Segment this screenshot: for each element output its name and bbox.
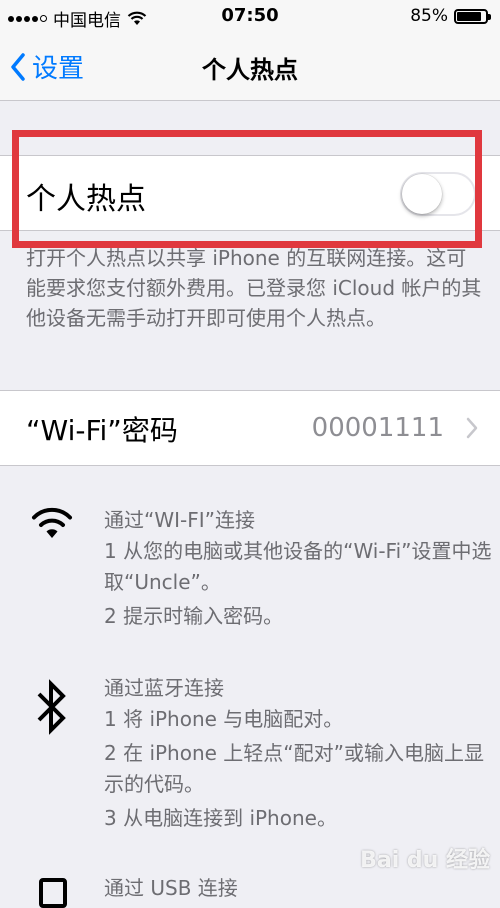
navigation-bar: 设置 个人热点 (0, 34, 500, 101)
wifi-password-cell[interactable]: “Wi-Fi”密码 00001111 (0, 390, 500, 466)
bluetooth-step-3: 3 从电脑连接到 iPhone。 (104, 806, 337, 830)
wifi-password-label: “Wi-Fi”密码 (26, 414, 178, 447)
bluetooth-step-1: 1 将 iPhone 与电脑配对。 (104, 707, 344, 731)
watermark: Bai du 经验 (360, 848, 490, 873)
wifi-step-1: 1 从您的电脑或其他设备的“Wi-Fi”设置中选取“Uncle”。 (104, 539, 492, 594)
bluetooth-instructions-steps: 1 将 iPhone 与电脑配对。 2 在 iPhone 上轻点“配对”或输入电… (104, 704, 494, 837)
status-bar: 中国电信 07:50 85% (0, 0, 500, 34)
hotspot-label: 个人热点 (26, 182, 146, 217)
wifi-icon (32, 507, 72, 538)
toggle-knob (402, 174, 442, 214)
wifi-password-value: 00001111 (311, 413, 444, 443)
usb-icon (39, 878, 67, 908)
wifi-instructions-title: 通过“WI-FI”连接 (104, 508, 256, 532)
chevron-right-icon (466, 417, 478, 439)
hotspot-toggle[interactable] (400, 172, 476, 216)
battery-fill (457, 11, 481, 21)
hotspot-footer-text: 打开个人热点以共享 iPhone 的互联网连接。这可能要求您支付额外费用。已登录… (26, 246, 482, 330)
bluetooth-instructions-title: 通过蓝牙连接 (104, 676, 224, 700)
usb-instructions-title: 通过 USB 连接 (104, 876, 238, 900)
wifi-step-2: 2 提示时输入密码。 (104, 604, 284, 628)
bluetooth-icon (37, 679, 66, 735)
bluetooth-step-2: 2 在 iPhone 上轻点“配对”或输入电脑上显示的代码。 (104, 741, 485, 796)
hotspot-toggle-cell: 个人热点 (0, 155, 500, 231)
page-title: 个人热点 (202, 56, 298, 84)
wifi-instructions-steps: 1 从您的电脑或其他设备的“Wi-Fi”设置中选取“Uncle”。 2 提示时输… (104, 536, 494, 635)
battery-percent: 85% (410, 6, 448, 26)
status-right: 85% (410, 6, 491, 26)
battery-icon (454, 8, 491, 24)
